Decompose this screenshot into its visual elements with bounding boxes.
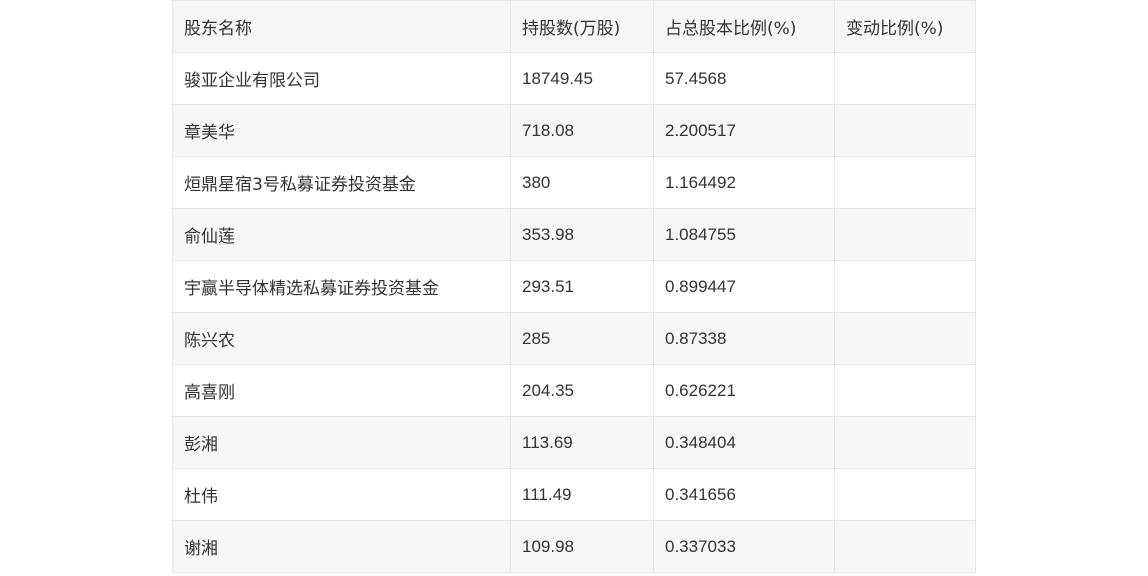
shareholder-table-container: 股东名称 持股数(万股) 占总股本比例(%) 变动比例(%) 骏亚企业有限公司 … (172, 0, 976, 573)
header-shareholder-name: 股东名称 (172, 0, 511, 53)
shareholder-table: 股东名称 持股数(万股) 占总股本比例(%) 变动比例(%) 骏亚企业有限公司 … (172, 0, 976, 573)
cell-shareholder-name: 杜伟 (172, 468, 511, 521)
table-row: 章美华 718.08 2.200517 (172, 104, 976, 157)
header-share-ratio: 占总股本比例(%) (653, 0, 835, 53)
cell-share-ratio: 1.164492 (653, 156, 835, 209)
cell-share-ratio: 0.341656 (653, 468, 835, 521)
cell-change-ratio (834, 520, 976, 573)
table-row: 谢湘 109.98 0.337033 (172, 520, 976, 573)
cell-change-ratio (834, 312, 976, 365)
cell-shareholder-name: 章美华 (172, 104, 511, 157)
header-row: 股东名称 持股数(万股) 占总股本比例(%) 变动比例(%) (172, 0, 976, 53)
cell-shares-held: 285 (510, 312, 654, 365)
table-body: 骏亚企业有限公司 18749.45 57.4568 章美华 718.08 2.2… (172, 52, 976, 573)
cell-change-ratio (834, 468, 976, 521)
cell-shares-held: 113.69 (510, 416, 654, 469)
table-header: 股东名称 持股数(万股) 占总股本比例(%) 变动比例(%) (172, 0, 976, 53)
table-row: 俞仙莲 353.98 1.084755 (172, 208, 976, 261)
cell-share-ratio: 0.87338 (653, 312, 835, 365)
cell-shareholder-name: 烜鼎星宿3号私募证券投资基金 (172, 156, 511, 209)
cell-share-ratio: 2.200517 (653, 104, 835, 157)
header-change-ratio: 变动比例(%) (834, 0, 976, 53)
cell-shareholder-name: 骏亚企业有限公司 (172, 52, 511, 105)
table-row: 彭湘 113.69 0.348404 (172, 416, 976, 469)
cell-shares-held: 204.35 (510, 364, 654, 417)
cell-shares-held: 353.98 (510, 208, 654, 261)
table-row: 杜伟 111.49 0.341656 (172, 468, 976, 521)
table-row: 陈兴农 285 0.87338 (172, 312, 976, 365)
cell-shares-held: 111.49 (510, 468, 654, 521)
cell-share-ratio: 57.4568 (653, 52, 835, 105)
cell-shareholder-name: 俞仙莲 (172, 208, 511, 261)
cell-shareholder-name: 宇赢半导体精选私募证券投资基金 (172, 260, 511, 313)
cell-shares-held: 718.08 (510, 104, 654, 157)
cell-shares-held: 380 (510, 156, 654, 209)
cell-share-ratio: 0.337033 (653, 520, 835, 573)
cell-change-ratio (834, 104, 976, 157)
cell-share-ratio: 0.626221 (653, 364, 835, 417)
cell-shareholder-name: 陈兴农 (172, 312, 511, 365)
cell-shares-held: 18749.45 (510, 52, 654, 105)
cell-shareholder-name: 高喜刚 (172, 364, 511, 417)
cell-shares-held: 109.98 (510, 520, 654, 573)
cell-change-ratio (834, 260, 976, 313)
cell-shareholder-name: 谢湘 (172, 520, 511, 573)
cell-change-ratio (834, 416, 976, 469)
cell-share-ratio: 1.084755 (653, 208, 835, 261)
header-shares-held: 持股数(万股) (510, 0, 654, 53)
cell-share-ratio: 0.899447 (653, 260, 835, 313)
cell-change-ratio (834, 156, 976, 209)
cell-shareholder-name: 彭湘 (172, 416, 511, 469)
table-row: 烜鼎星宿3号私募证券投资基金 380 1.164492 (172, 156, 976, 209)
table-row: 骏亚企业有限公司 18749.45 57.4568 (172, 52, 976, 105)
cell-share-ratio: 0.348404 (653, 416, 835, 469)
cell-change-ratio (834, 364, 976, 417)
table-row: 高喜刚 204.35 0.626221 (172, 364, 976, 417)
cell-change-ratio (834, 208, 976, 261)
cell-shares-held: 293.51 (510, 260, 654, 313)
table-row: 宇赢半导体精选私募证券投资基金 293.51 0.899447 (172, 260, 976, 313)
cell-change-ratio (834, 52, 976, 105)
